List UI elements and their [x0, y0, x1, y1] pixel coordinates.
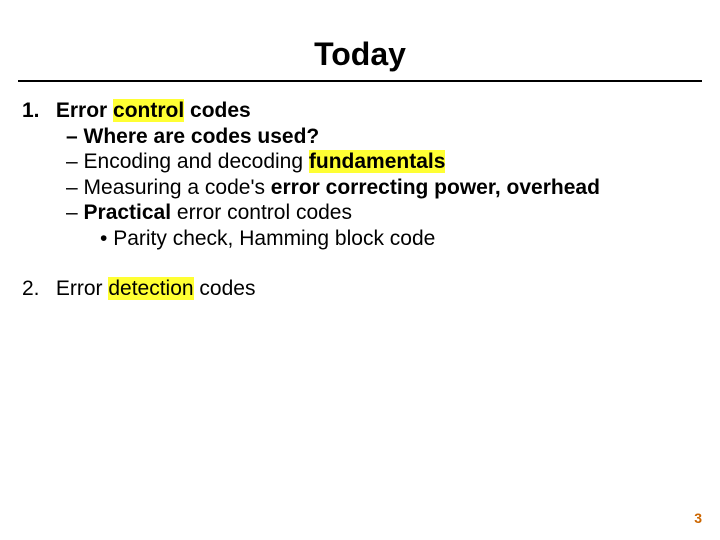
dash-icon: –	[66, 150, 84, 173]
item2-post: codes	[194, 277, 256, 300]
slide-body: 1. Error control codes – Where are codes…	[22, 98, 698, 301]
dash-icon: –	[66, 176, 84, 199]
item1-number: 1.	[22, 98, 50, 124]
bullet-icon: •	[100, 227, 113, 250]
page-number: 3	[694, 510, 702, 526]
item2-highlight: detection	[108, 277, 193, 300]
slide-title: Today	[0, 36, 720, 73]
item1-sub3-bold: error correcting power, overhead	[271, 176, 600, 199]
item1-sub2-pre: Encoding and decoding	[84, 150, 309, 173]
item1-sub5-text: Parity check, Hamming block code	[113, 227, 435, 250]
dash-icon: –	[66, 125, 84, 148]
item2-number: 2.	[22, 276, 50, 302]
item1-sub4-bold: Practical	[84, 201, 172, 224]
dash-icon: –	[66, 201, 84, 224]
item1-sub4: – Practical error control codes	[84, 200, 698, 226]
item1-sub2: – Encoding and decoding fundamentals	[84, 149, 698, 175]
item1-sub3-pre: Measuring a code's	[84, 176, 271, 199]
list-item-1: 1. Error control codes – Where are codes…	[22, 98, 698, 252]
item1-highlight: control	[113, 99, 184, 122]
item1-sub3: – Measuring a code's error correcting po…	[84, 175, 698, 201]
item1-sub1: – Where are codes used?	[84, 124, 698, 150]
list-item-2: 2. Error detection codes	[22, 276, 698, 302]
item1-heading: 1. Error control codes	[22, 98, 698, 124]
item1-sub2-highlight: fundamentals	[309, 150, 446, 173]
title-underline	[18, 80, 702, 82]
item1-pre: Error	[56, 99, 113, 122]
item1-sub4-post: error control codes	[171, 201, 352, 224]
item2-pre: Error	[56, 277, 109, 300]
item1-post: codes	[184, 99, 251, 122]
item1-sub5: • Parity check, Hamming block code	[114, 226, 698, 252]
slide: Today 1. Error control codes – Where are…	[0, 0, 720, 540]
item1-sub1-text: Where are codes used?	[84, 125, 320, 148]
